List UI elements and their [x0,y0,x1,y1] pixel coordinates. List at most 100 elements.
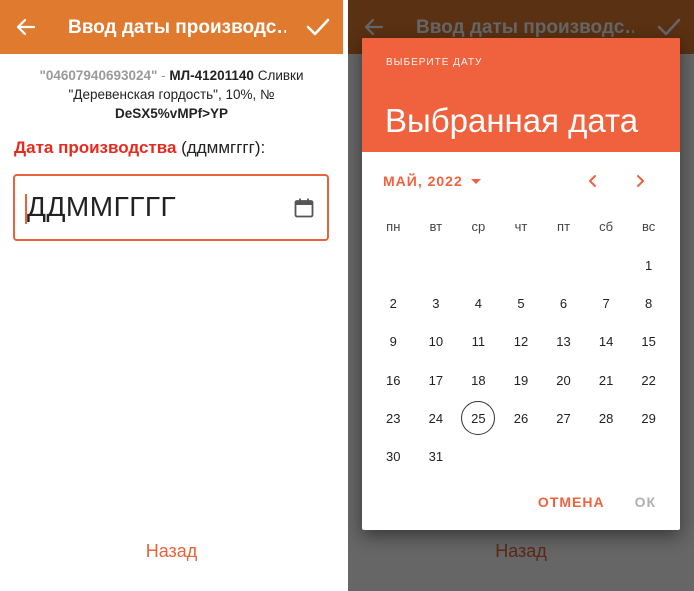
weekday-label: пн [386,219,401,234]
calendar-day-label: 21 [598,372,614,388]
calendar-day-today[interactable]: 25 [457,399,500,437]
calendar-day[interactable]: 10 [415,323,458,361]
product-barcode: "04607940693024" [39,68,158,83]
calendar-day[interactable]: 9 [372,323,415,361]
calendar-empty-cell [415,246,458,284]
calendar-day[interactable]: 18 [457,361,500,399]
calendar-day[interactable]: 26 [500,399,543,437]
calendar-day-label: 12 [513,334,529,350]
calendar-day-label: 11 [471,334,486,350]
calendar-day[interactable]: 16 [372,361,415,399]
month-year-selector[interactable]: МАЙ, 2022 [383,173,481,189]
arrow-left-icon [16,18,36,36]
weekday-label: вс [642,219,656,234]
weekday-label: ср [471,219,486,234]
calendar-day[interactable]: 31 [415,437,458,475]
back-link[interactable]: Назад [0,541,343,562]
calendar-day[interactable]: 21 [585,361,628,399]
calendar-day-label: 19 [513,372,529,388]
calendar-day[interactable]: 13 [542,323,585,361]
calendar-day-label: 5 [517,295,525,311]
cancel-button[interactable]: ОТМЕНА [526,486,617,522]
calendar-day-label: 15 [641,334,656,350]
calendar-day-label: 1 [645,257,653,273]
calendar-weeks: 1 2 3 4 5 6 7 8 9 10 11 12 13 14 15 16 17 18 19 20 21 22 23 24 2… [372,246,670,476]
calendar-day[interactable]: 5 [500,284,543,322]
date-field-label-format: (ддммгггг): [176,138,266,157]
calendar-empty-cell [585,246,628,284]
calendar-day[interactable]: 29 [627,399,670,437]
calendar-day[interactable]: 2 [372,284,415,322]
back-button[interactable] [12,13,40,41]
calendar-day-label: 25 [461,401,496,436]
calendar-day[interactable]: 6 [542,284,585,322]
ok-button[interactable]: ОК [623,486,668,522]
product-name-part1: Сливки [253,68,304,83]
date-picker-screen: Ввод даты производс… Назад ВЫБЕРИТЕ ДАТУ… [348,0,694,591]
calendar-day-label: 31 [428,449,444,465]
calendar-week: 9 10 11 12 13 14 15 [372,323,670,361]
production-date-input[interactable]: ДДММГГГГ [13,174,329,241]
calendar-day[interactable]: 27 [542,399,585,437]
calendar-day[interactable]: 28 [585,399,628,437]
calendar-day[interactable]: 11 [457,323,500,361]
calendar-day-label: 26 [513,410,529,426]
calendar-day[interactable]: 7 [585,284,628,322]
calendar-empty-cell [500,437,543,475]
calendar-day[interactable]: 1 [627,246,670,284]
caret-down-icon [470,178,481,184]
calendar-empty-cell [627,437,670,475]
date-picker-dialog: ВЫБЕРИТЕ ДАТУ Выбранная дата МАЙ, 2022 п… [362,38,680,530]
product-separator: - [157,68,170,83]
calendar-day-label: 20 [556,372,571,388]
calendar-day[interactable]: 24 [415,399,458,437]
weekday-label: вт [429,219,443,234]
calendar-week: 16 17 18 19 20 21 22 [372,361,670,399]
calendar-day-label: 27 [556,410,571,426]
checkmark-icon [306,18,330,36]
calendar-day[interactable]: 12 [500,323,543,361]
calendar-week: 1 [372,246,670,284]
calendar-day-label: 23 [386,410,401,426]
calendar-day[interactable]: 30 [372,437,415,475]
calendar-day-label: 7 [602,295,610,311]
calendar-day-label: 30 [386,449,401,465]
calendar-day-label: 18 [471,372,486,388]
calendar-day[interactable]: 20 [542,361,585,399]
date-entry-screen: Ввод даты производс… "04607940693024" - … [0,0,343,591]
product-serial: DeSX5%vMPf>YP [115,106,228,121]
calendar-day-label: 17 [428,372,444,388]
calendar-day[interactable]: 4 [457,284,500,322]
date-field-label: Дата производства (ддммгггг): [14,138,265,158]
calendar-day[interactable]: 15 [627,323,670,361]
calendar-day-label: 8 [645,295,653,311]
calendar-empty-cell [542,437,585,475]
calendar-week: 23 24 25 26 27 28 29 [372,399,670,437]
calendar-empty-cell [457,246,500,284]
calendar-day[interactable]: 17 [415,361,458,399]
app-title: Ввод даты производс… [68,17,286,38]
product-info: "04607940693024" - МЛ-41201140 Сливки "Д… [20,66,323,123]
calendar-empty-cell [500,246,543,284]
next-month-button[interactable] [627,168,653,194]
calendar-icon[interactable] [293,197,315,219]
calendar-day[interactable]: 3 [415,284,458,322]
dialog-actions: ОТМЕНА ОК [526,486,680,522]
calendar-day[interactable]: 14 [585,323,628,361]
product-name-part2: "Деревенская гордость", 10%, № [68,87,275,102]
calendar-day[interactable]: 23 [372,399,415,437]
calendar-day-label: 13 [556,334,571,350]
calendar-day[interactable]: 19 [500,361,543,399]
calendar-day-label: 16 [386,372,401,388]
calendar-day[interactable]: 8 [627,284,670,322]
month-navigation: МАЙ, 2022 [362,166,680,196]
calendar-day[interactable]: 22 [627,361,670,399]
chevron-left-icon [589,175,596,187]
weekday-header: пн вт ср чт пт сб вс [372,208,670,246]
calendar-day-label: 14 [598,334,614,350]
dialog-header: ВЫБЕРИТЕ ДАТУ Выбранная дата [362,38,680,152]
calendar-day-label: 28 [598,410,614,426]
previous-month-button[interactable] [580,168,606,194]
confirm-button[interactable] [303,13,333,41]
calendar-week: 2 3 4 5 6 7 8 [372,284,670,322]
